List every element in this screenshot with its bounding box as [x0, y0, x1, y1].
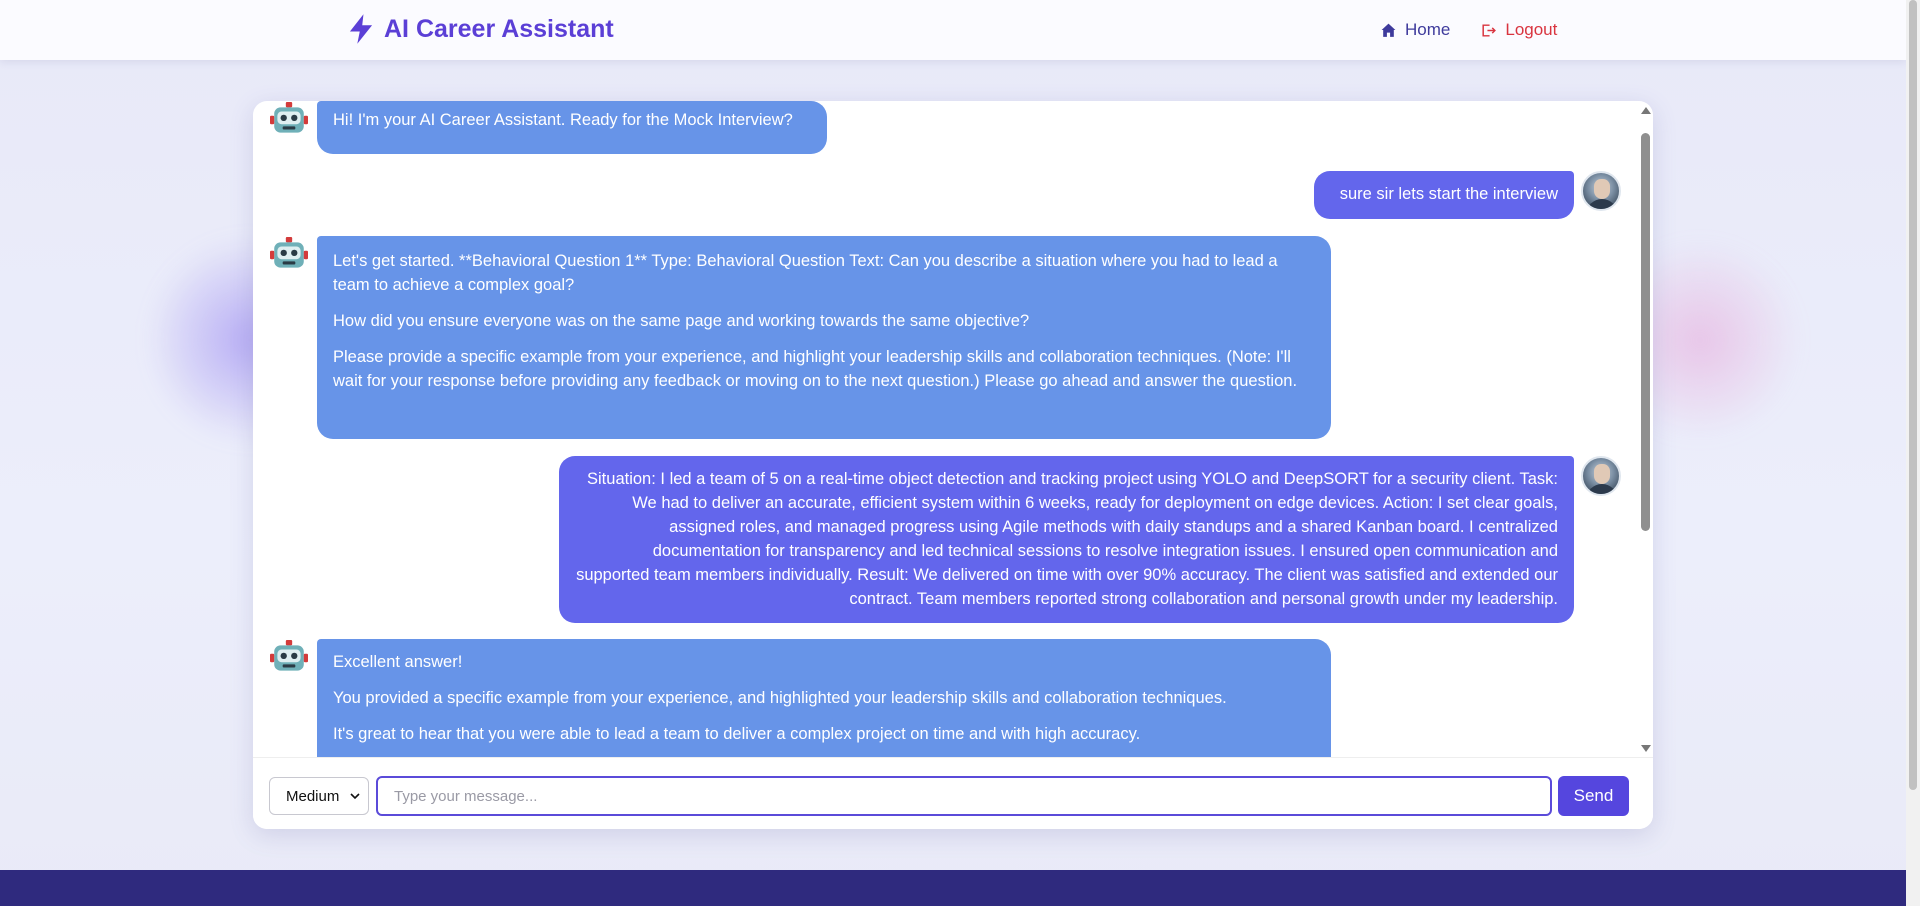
message-text: Excellent answer!	[333, 653, 463, 671]
chat-card: Hi! I'm your AI Career Assistant. Ready …	[253, 101, 1653, 829]
logout-icon	[1482, 23, 1497, 37]
user-avatar-shoulders	[1586, 199, 1618, 209]
chat-scrollbar[interactable]	[1640, 103, 1651, 755]
user-message-bubble: Situation: I led a team of 5 on a real-t…	[559, 456, 1574, 623]
user-avatar	[1581, 456, 1621, 496]
send-button[interactable]: Send	[1558, 776, 1629, 816]
bot-message-bubble: Hi! I'm your AI Career Assistant. Ready …	[317, 101, 827, 154]
user-message-bubble: sure sir lets start the interview	[1314, 171, 1574, 219]
nav-logout-link[interactable]: Logout	[1480, 20, 1557, 40]
nav-home-label: Home	[1405, 20, 1451, 39]
message-text: Let's get started. **Behavioral Question…	[333, 252, 1278, 294]
message-text: Situation: I led a team of 5 on a real-t…	[576, 470, 1558, 608]
brand[interactable]: AI Career Assistant	[346, 12, 614, 46]
bot-message-bubble: Let's get started. **Behavioral Question…	[317, 236, 1331, 439]
user-avatar-face	[1594, 464, 1610, 484]
nav-links: Home Logout	[1380, 18, 1557, 42]
message-text: How did you ensure everyone was on the s…	[333, 312, 1030, 330]
chat-scrollbar-thumb[interactable]	[1641, 133, 1650, 531]
robot-avatar-icon	[270, 237, 308, 268]
message-text: It's great to hear that you were able to…	[333, 725, 1141, 743]
message-input[interactable]	[376, 776, 1552, 816]
chevron-down-icon	[350, 793, 360, 800]
difficulty-select[interactable]: Medium	[269, 777, 369, 815]
page-scrollbar-thumb[interactable]	[1909, 0, 1917, 790]
user-avatar-face	[1594, 179, 1610, 199]
user-avatar-shoulders	[1586, 484, 1618, 494]
scroll-down-arrow-icon[interactable]	[1641, 745, 1651, 752]
footer	[0, 870, 1906, 906]
top-navbar: AI Career Assistant Home Logout	[0, 0, 1906, 60]
bot-message-bubble: Excellent answer! You provided a specifi…	[317, 639, 1331, 757]
robot-avatar-icon	[270, 102, 308, 133]
nav-logout-label: Logout	[1505, 20, 1558, 39]
user-avatar	[1581, 171, 1621, 211]
difficulty-selected-value: Medium	[286, 787, 340, 805]
brand-title: AI Career Assistant	[384, 14, 614, 43]
chat-window[interactable]: Hi! I'm your AI Career Assistant. Ready …	[253, 101, 1636, 757]
message-text: sure sir lets start the interview	[1339, 185, 1558, 203]
scroll-up-arrow-icon[interactable]	[1641, 107, 1651, 114]
message-text: Please provide a specific example from y…	[333, 348, 1298, 390]
home-icon	[1381, 23, 1396, 37]
robot-avatar-icon	[270, 640, 308, 671]
message-text: Hi! I'm your AI Career Assistant. Ready …	[333, 111, 793, 129]
lightning-bolt-icon	[349, 14, 373, 44]
message-text: You provided a specific example from you…	[333, 689, 1227, 707]
page-scrollbar[interactable]	[1906, 0, 1920, 906]
nav-home-link[interactable]: Home	[1380, 20, 1450, 40]
chat-input-bar: Medium Send	[253, 757, 1653, 829]
